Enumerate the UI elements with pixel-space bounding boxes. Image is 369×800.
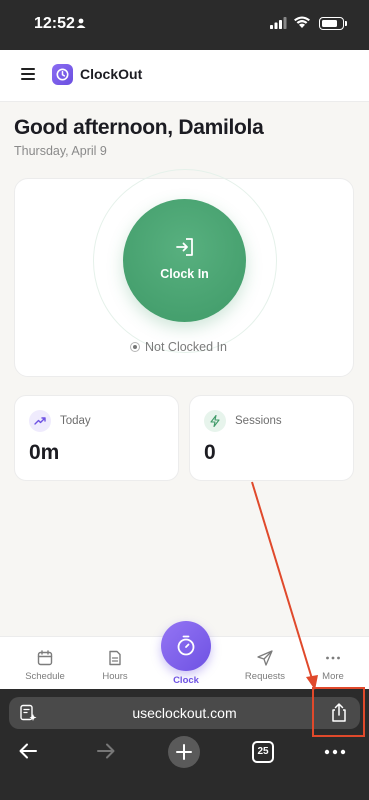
clock-logo-icon xyxy=(52,64,73,85)
status-bar: 12:52 xyxy=(0,0,369,50)
stat-card-today: Today 0m xyxy=(14,395,179,481)
plus-icon xyxy=(176,744,192,760)
clock-in-label: Clock In xyxy=(160,267,209,281)
cellular-signal-icon xyxy=(270,17,287,29)
hamburger-menu-icon[interactable] xyxy=(21,68,35,80)
tabs-count-button[interactable]: 25 xyxy=(252,741,274,763)
battery-icon xyxy=(319,17,347,30)
tab-more[interactable]: More xyxy=(298,637,368,690)
url-text[interactable]: useclockout.com xyxy=(9,705,360,721)
document-icon xyxy=(109,650,121,666)
stat-value-today: 0m xyxy=(29,441,60,464)
tab-schedule[interactable]: Schedule xyxy=(10,637,80,690)
clock-status: Not Clocked In xyxy=(130,340,227,354)
person-icon xyxy=(76,18,86,28)
greeting-title: Good afternoon, Damilola xyxy=(14,116,264,139)
back-arrow-icon[interactable] xyxy=(18,741,38,761)
sign-in-icon xyxy=(176,238,193,256)
tab-schedule-label: Schedule xyxy=(25,671,65,682)
stat-label-sessions: Sessions xyxy=(235,415,282,427)
wifi-icon xyxy=(294,16,310,28)
more-dots-icon xyxy=(326,656,340,660)
clock-in-button[interactable]: Clock In xyxy=(123,199,246,322)
lightning-icon xyxy=(204,410,226,432)
greeting-date: Thursday, April 9 xyxy=(14,144,107,158)
tab-more-label: More xyxy=(322,671,344,682)
stat-card-sessions: Sessions 0 xyxy=(189,395,354,481)
app-name: ClockOut xyxy=(80,66,143,82)
app-header: ClockOut xyxy=(0,50,369,102)
stat-label-today: Today xyxy=(60,415,91,427)
stopwatch-icon xyxy=(177,635,195,656)
tab-hours[interactable]: Hours xyxy=(80,637,150,690)
browser-more-icon[interactable] xyxy=(324,749,346,755)
tab-requests[interactable]: Requests xyxy=(230,637,300,690)
clock-status-text: Not Clocked In xyxy=(145,340,227,354)
annotation-highlight-box xyxy=(312,687,365,737)
tab-clock-label: Clock xyxy=(173,675,199,686)
stat-value-sessions: 0 xyxy=(204,441,216,464)
trending-up-icon xyxy=(29,410,51,432)
calendar-icon xyxy=(37,650,53,666)
status-time: 12:52 xyxy=(34,15,75,32)
tab-hours-label: Hours xyxy=(102,671,128,682)
tab-requests-label: Requests xyxy=(244,671,286,682)
forward-arrow-icon[interactable] xyxy=(96,741,116,761)
send-icon xyxy=(257,650,273,666)
new-tab-button[interactable] xyxy=(168,736,200,768)
tab-clock[interactable] xyxy=(161,621,211,671)
address-bar[interactable]: useclockout.com xyxy=(9,697,360,729)
status-dot-icon xyxy=(130,342,140,352)
